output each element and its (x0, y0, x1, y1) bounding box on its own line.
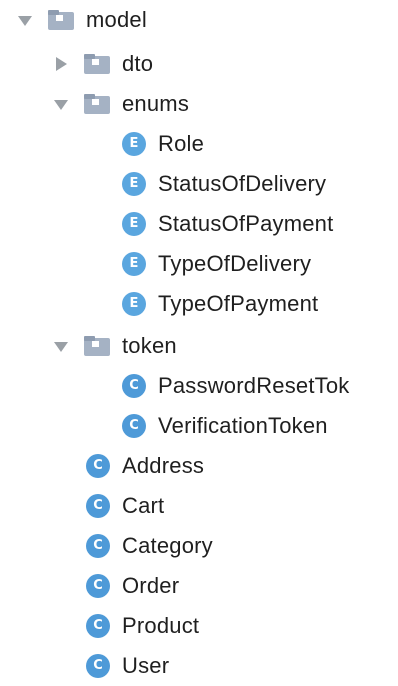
tree-node-dto[interactable]: dto (0, 44, 398, 84)
tree-node-class-product[interactable]: C Product (0, 606, 398, 646)
tree-node-label: TypeOfPayment (158, 291, 319, 316)
project-tree: model dto enums E Role E StatusOfDeliver… (0, 0, 398, 681)
tree-node-class-order[interactable]: C Order (0, 566, 398, 606)
tree-node-label: VerificationToken (158, 413, 328, 438)
tree-node-label: dto (122, 51, 154, 76)
enum-icon: E (122, 292, 146, 316)
enum-icon: E (122, 172, 146, 196)
tree-node-class-password-reset-token[interactable]: C PasswordResetTok (0, 366, 398, 406)
tree-node-class-verification-token[interactable]: C VerificationToken (0, 406, 398, 446)
tree-node-label: TypeOfDelivery (158, 251, 312, 276)
folder-icon (48, 10, 74, 30)
class-icon: C (86, 494, 110, 518)
class-icon: C (86, 574, 110, 598)
tree-node-class-category[interactable]: C Category (0, 526, 398, 566)
tree-node-enum-type-of-payment[interactable]: E TypeOfPayment (0, 284, 398, 324)
enum-icon: E (122, 132, 146, 156)
tree-node-class-address[interactable]: C Address (0, 446, 398, 486)
tree-node-label: Product (122, 613, 200, 638)
tree-node-token[interactable]: token (0, 326, 398, 366)
folder-icon (84, 94, 110, 114)
chevron-down-icon[interactable] (52, 95, 70, 113)
class-icon: C (122, 414, 146, 438)
enum-icon: E (122, 252, 146, 276)
tree-node-enum-role[interactable]: E Role (0, 124, 398, 164)
chevron-down-icon[interactable] (16, 11, 34, 29)
tree-node-label: PasswordResetTok (158, 373, 350, 398)
class-icon: C (86, 454, 110, 478)
tree-node-enum-type-of-delivery[interactable]: E TypeOfDelivery (0, 244, 398, 284)
class-icon: C (86, 614, 110, 638)
chevron-right-icon[interactable] (52, 55, 70, 73)
tree-node-label: User (122, 653, 170, 678)
tree-node-label: token (122, 333, 177, 358)
chevron-down-icon[interactable] (52, 337, 70, 355)
class-icon: C (122, 374, 146, 398)
tree-node-label: Address (122, 453, 205, 478)
folder-icon (84, 54, 110, 74)
tree-node-enums[interactable]: enums (0, 84, 398, 124)
tree-node-label: enums (122, 91, 190, 116)
tree-node-label: model (86, 7, 147, 32)
class-icon: C (86, 534, 110, 558)
class-icon: C (86, 654, 110, 678)
tree-node-label: StatusOfDelivery (158, 171, 327, 196)
tree-node-label: Role (158, 131, 205, 156)
tree-node-class-user[interactable]: C User (0, 646, 398, 686)
tree-node-label: Order (122, 573, 180, 598)
tree-node-class-cart[interactable]: C Cart (0, 486, 398, 526)
tree-node-enum-status-of-delivery[interactable]: E StatusOfDelivery (0, 164, 398, 204)
tree-node-enum-status-of-payment[interactable]: E StatusOfPayment (0, 204, 398, 244)
tree-node-label: Category (122, 533, 213, 558)
tree-node-label: Cart (122, 493, 165, 518)
tree-node-label: StatusOfPayment (158, 211, 334, 236)
folder-icon (84, 336, 110, 356)
enum-icon: E (122, 212, 146, 236)
tree-node-model[interactable]: model (0, 0, 398, 40)
